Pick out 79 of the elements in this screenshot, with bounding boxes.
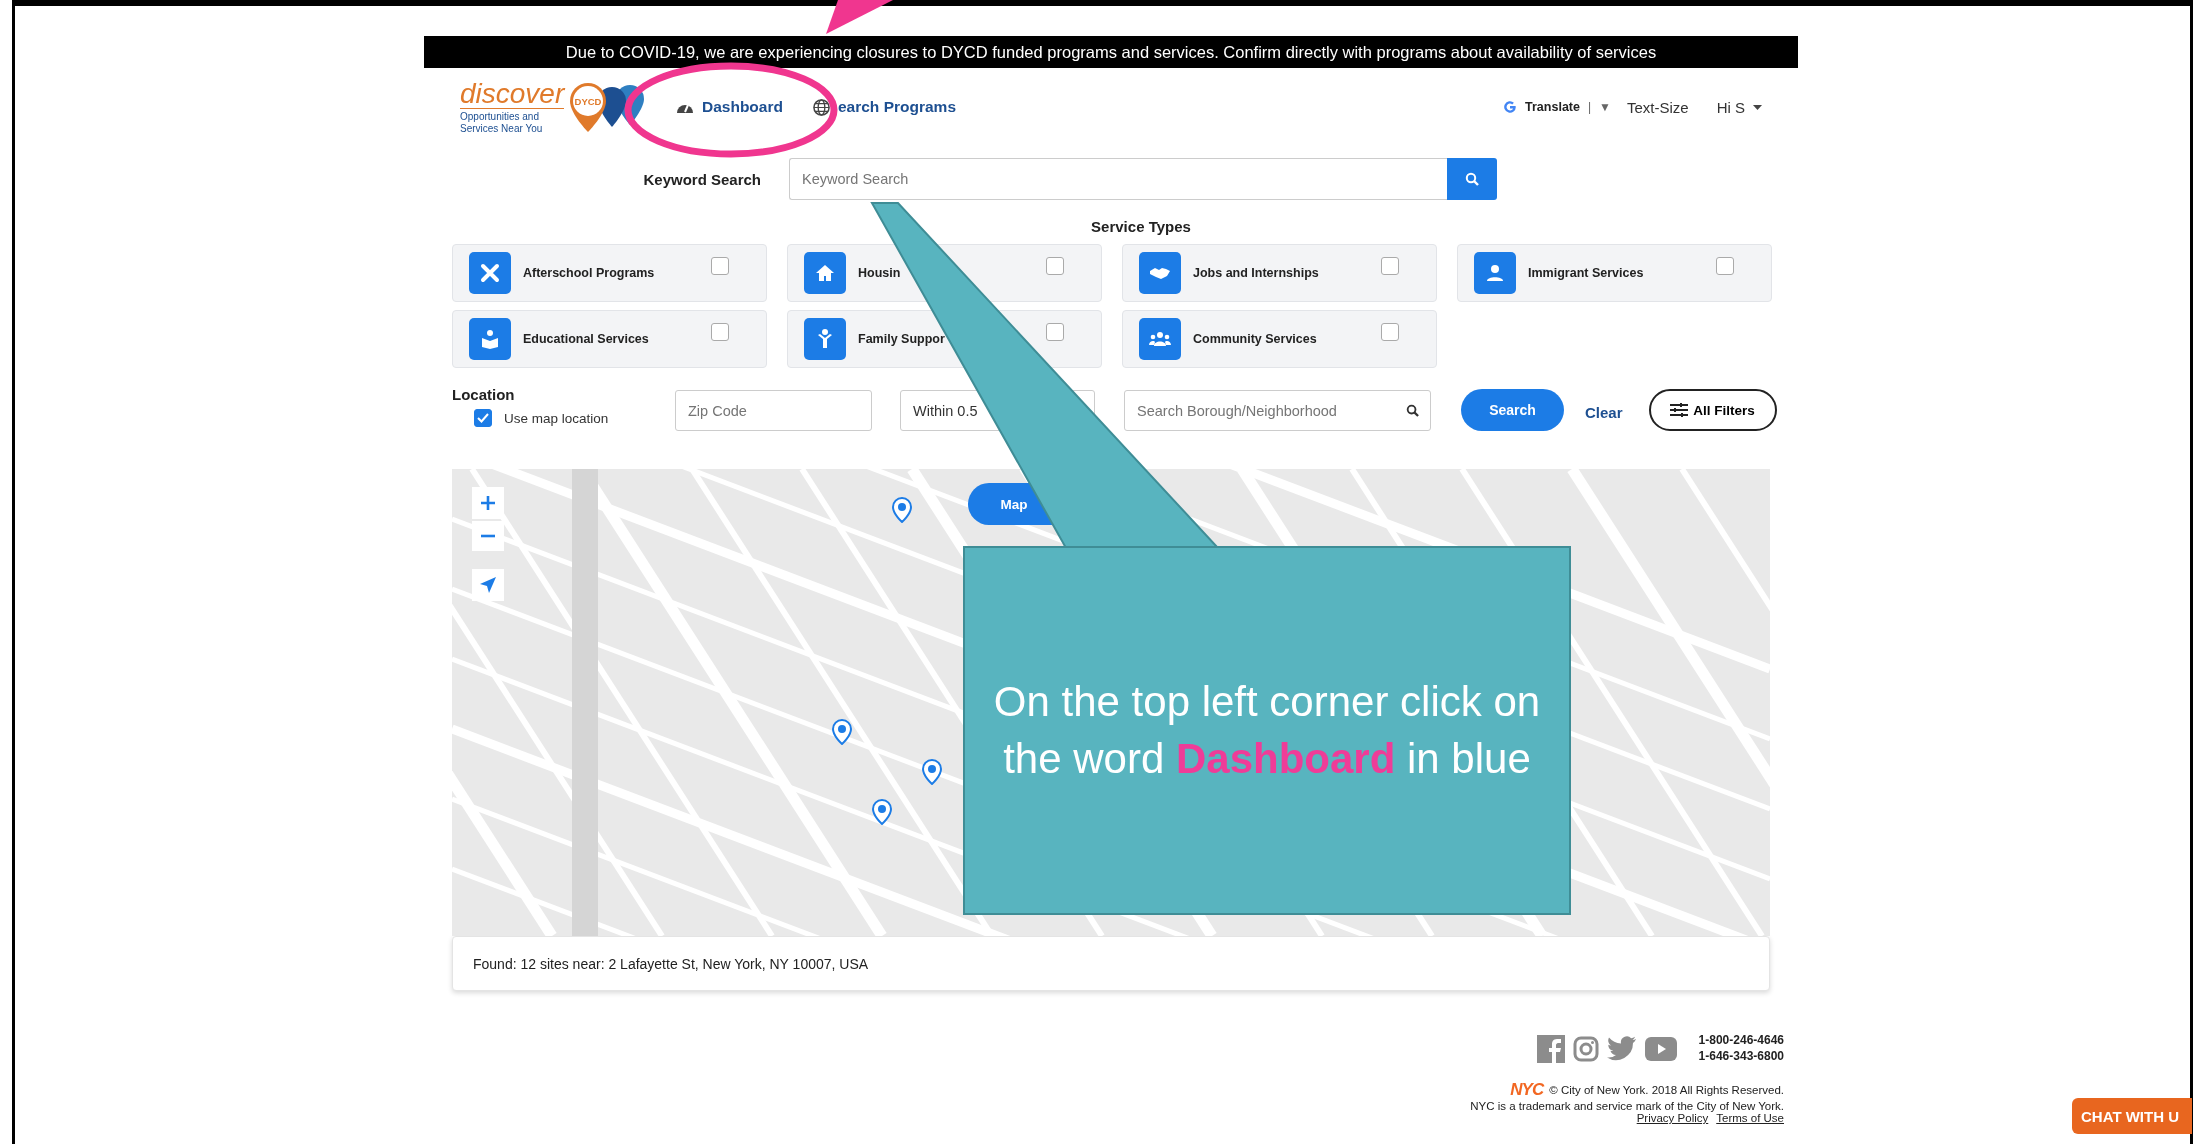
map-pin-icon[interactable] xyxy=(922,759,942,785)
service-type-card[interactable]: Community Services xyxy=(1122,310,1437,368)
zoom-in-button[interactable] xyxy=(472,487,504,519)
service-type-label: Immigrant Services xyxy=(1528,266,1644,280)
minus-icon xyxy=(480,534,496,538)
twitter-icon[interactable] xyxy=(1606,1036,1637,1062)
checkbox[interactable] xyxy=(474,409,492,427)
zip-code-field[interactable]: Zip Code xyxy=(675,390,872,431)
logo-tagline: Opportunities and Services Near You xyxy=(460,111,544,134)
checkbox[interactable] xyxy=(1046,323,1064,341)
facebook-icon[interactable] xyxy=(1536,1034,1565,1063)
location-arrow-icon xyxy=(479,576,497,594)
results-summary: Found: 12 sites near: 2 Lafayette St, New York, NY 10007, USA xyxy=(452,936,1770,991)
service-type-label: Community Services xyxy=(1193,332,1317,346)
plus-icon xyxy=(480,495,496,511)
nav-link[interactable]: earch Programs xyxy=(837,98,956,116)
checkbox[interactable] xyxy=(711,257,729,275)
text-size-link[interactable]: Text-Size xyxy=(1626,98,1689,116)
map-pin-icon[interactable] xyxy=(872,799,892,825)
trademark-text: NYC is a trademark and service mark of the City of New York. xyxy=(1470,1100,1784,1113)
callout-text: On the top left corner click on the word Dashboard in blue xyxy=(992,676,1542,784)
borough-search-field[interactable]: Search Borough/Neighborhood xyxy=(1124,390,1431,431)
pointer-arrow xyxy=(826,0,893,34)
service-type-label: Jobs and Internships xyxy=(1193,266,1319,280)
service-icon xyxy=(804,318,846,360)
service-icon xyxy=(469,318,511,360)
zoom-out-button[interactable] xyxy=(472,521,504,551)
locate-button[interactable] xyxy=(472,569,504,601)
logo-wordmark: discover xyxy=(460,80,565,109)
search-icon xyxy=(1465,172,1479,186)
footer-link[interactable]: Terms of Use xyxy=(1716,1112,1784,1125)
translate-link[interactable]: Translate xyxy=(1525,100,1580,114)
service-type-label: Housin xyxy=(858,266,901,280)
checkbox[interactable] xyxy=(1381,257,1399,275)
footer-link[interactable]: Privacy Policy xyxy=(1636,1112,1709,1125)
nav-link[interactable]: Dashboard xyxy=(702,98,783,116)
checkbox[interactable] xyxy=(1716,257,1734,275)
covid-notice: Due to COVID-19, we are experiencing closures to DYCD funded programs and services. Confirm directly with programs about availability of services xyxy=(424,36,1798,68)
phone-number: 1-646-343-6800 xyxy=(1698,1048,1784,1065)
map-pin-icon[interactable] xyxy=(832,719,852,745)
keyword-search-field[interactable]: Keyword Search xyxy=(789,158,1447,200)
service-type-label: Family Suppor xyxy=(858,332,945,346)
checkbox[interactable] xyxy=(1046,257,1064,275)
service-icon xyxy=(1139,318,1181,360)
g-logo-icon xyxy=(1503,100,1518,114)
search-button[interactable]: Search xyxy=(1461,389,1564,431)
copyright-text: © City of New York. 2018 All Rights Reserved. xyxy=(1549,1084,1784,1097)
checkbox[interactable] xyxy=(711,323,729,341)
globe-icon xyxy=(812,98,830,116)
service-type-card[interactable]: Afterschool Programs xyxy=(452,244,767,302)
keyword-label: Keyword Search xyxy=(642,170,761,188)
service-icon xyxy=(804,252,846,294)
search-button[interactable] xyxy=(1447,158,1497,200)
section-title: Service Types xyxy=(1090,218,1192,235)
service-icon xyxy=(469,252,511,294)
service-type-label: Educational Services xyxy=(523,332,649,346)
location-label: Location xyxy=(452,386,516,403)
use-map-location-label: Use map location xyxy=(504,410,609,426)
service-type-card[interactable]: Educational Services xyxy=(452,310,767,368)
youtube-icon[interactable] xyxy=(1644,1036,1677,1061)
user-menu[interactable]: Hi S xyxy=(1716,98,1745,116)
dropdown-arrow[interactable]: ▼ xyxy=(1599,100,1611,114)
caret-icon xyxy=(1753,104,1762,110)
search-icon xyxy=(1406,404,1419,417)
all-filters-button[interactable]: All Filters xyxy=(1648,389,1777,431)
clear-link[interactable]: Clear xyxy=(1585,404,1623,421)
service-icon xyxy=(1474,252,1516,294)
service-type-card[interactable]: Jobs and Internships xyxy=(1122,244,1437,302)
phone-number: 1-800-246-4646 xyxy=(1698,1033,1784,1049)
instagram-icon[interactable] xyxy=(1572,1035,1599,1062)
separator: | xyxy=(1587,100,1592,114)
service-type-label: Afterschool Programs xyxy=(523,266,655,280)
service-type-card[interactable]: Immigrant Services xyxy=(1457,244,1772,302)
map-pin-icon[interactable] xyxy=(892,497,912,523)
sliders-icon xyxy=(1670,403,1689,417)
nyc-logo: NYC xyxy=(1510,1080,1544,1101)
service-icon xyxy=(1139,252,1181,294)
checkbox[interactable] xyxy=(1381,323,1399,341)
logo-pins-drawing: DYCD xyxy=(568,81,657,133)
